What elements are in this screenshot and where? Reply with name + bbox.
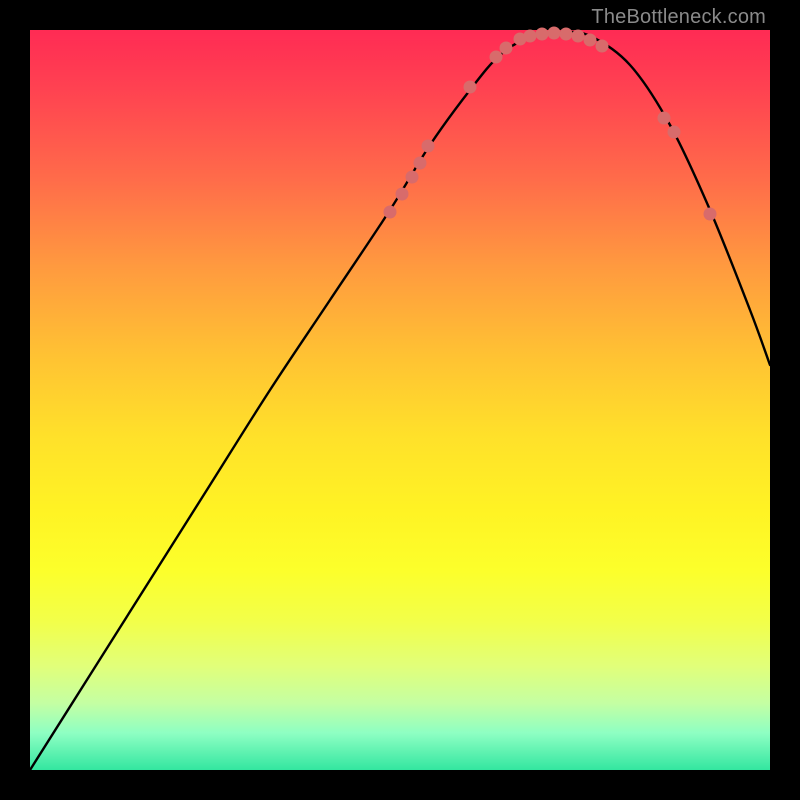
bottleneck-curve-svg: [30, 30, 770, 770]
highlight-dot: [500, 42, 513, 55]
highlight-dot: [584, 34, 597, 47]
highlight-dot: [384, 206, 397, 219]
highlight-dot: [464, 81, 477, 94]
highlight-dot: [572, 30, 585, 43]
highlight-dot: [396, 188, 409, 201]
highlight-dot: [560, 28, 573, 41]
highlight-dot: [490, 51, 503, 64]
highlight-dot: [422, 140, 435, 153]
highlight-dot: [596, 40, 609, 53]
highlight-dot: [536, 28, 549, 41]
highlight-dot: [548, 27, 561, 40]
highlight-dot: [524, 30, 537, 43]
highlight-dot: [414, 157, 427, 170]
watermark-text: TheBottleneck.com: [591, 6, 766, 29]
highlight-dot: [658, 112, 671, 125]
highlight-dot: [668, 126, 681, 139]
bottleneck-curve: [30, 32, 770, 770]
highlight-dots: [384, 27, 717, 221]
highlight-dot: [406, 171, 419, 184]
highlight-dot: [704, 208, 717, 221]
